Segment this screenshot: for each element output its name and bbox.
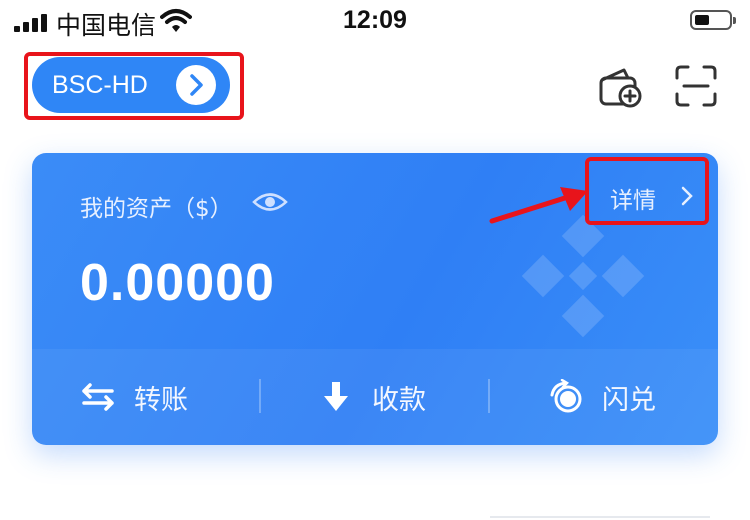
swap-icon — [550, 379, 582, 413]
divider — [259, 379, 261, 413]
wallet-switch-button[interactable]: BSC-HD — [32, 57, 230, 113]
battery-icon — [690, 10, 736, 30]
add-wallet-icon[interactable] — [598, 66, 644, 108]
transfer-label: 转账 — [134, 384, 188, 416]
status-bar: 中国电信 12:09 — [0, 0, 750, 44]
clock: 12:09 — [343, 6, 407, 34]
asset-card: 我的资产（$） 详情 0.00000 转账 收款 闪兑 — [32, 153, 718, 445]
receive-button[interactable]: 收款 — [318, 349, 426, 445]
chevron-right-icon[interactable] — [680, 185, 694, 207]
chevron-right-icon — [176, 65, 216, 105]
receive-label: 收款 — [372, 384, 426, 416]
swap-label: 闪兑 — [602, 384, 656, 416]
divider — [488, 379, 490, 413]
transfer-icon — [82, 383, 114, 411]
eye-icon[interactable] — [252, 189, 288, 215]
detail-link[interactable]: 详情 — [610, 181, 656, 215]
callout-arrow-icon — [489, 187, 588, 224]
transfer-button[interactable]: 转账 — [80, 349, 188, 445]
receive-icon — [324, 382, 348, 411]
balance-amount: 0.00000 — [80, 254, 275, 312]
bnb-logo-icon — [521, 214, 645, 338]
scan-icon[interactable] — [674, 64, 718, 108]
action-bar: 转账 收款 闪兑 — [32, 349, 718, 445]
wallet-name: BSC-HD — [52, 71, 148, 99]
divider — [490, 516, 710, 518]
asset-label: 我的资产（$） — [80, 196, 233, 222]
swap-button[interactable]: 闪兑 — [548, 349, 656, 445]
